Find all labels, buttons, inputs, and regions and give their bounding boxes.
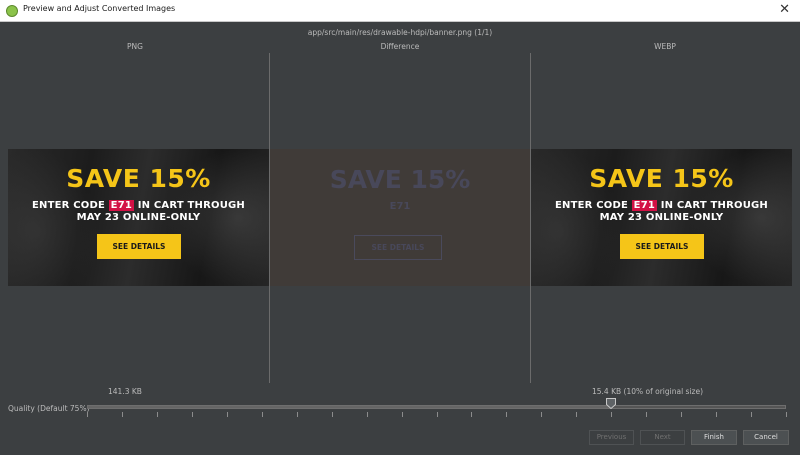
promo-code: E71 xyxy=(631,200,658,211)
window-title: Preview and Adjust Converted Images xyxy=(23,4,176,13)
slider-tick xyxy=(786,412,787,417)
dialog-body: app/src/main/res/drawable-hdpi/banner.pn… xyxy=(0,22,800,455)
slider-tick xyxy=(191,412,193,417)
difference-column-label: Difference xyxy=(380,42,420,51)
slider-tick xyxy=(751,412,753,417)
next-button[interactable]: Next xyxy=(640,430,685,445)
slider-tick xyxy=(87,412,88,417)
previous-button[interactable]: Previous xyxy=(589,430,634,445)
title-bar: Preview and Adjust Converted Images ✕ xyxy=(0,0,800,22)
png-size-label: 141.3 KB xyxy=(108,387,142,396)
banner-line-2: MAY 23 ONLINE-ONLY xyxy=(76,212,201,223)
banner-line-2: MAY 23 ONLINE-ONLY xyxy=(599,212,724,223)
banner-line-1: ENTER CODE E71 IN CART THROUGH xyxy=(554,200,769,211)
see-details-button-image: SEE DETAILS xyxy=(620,234,704,259)
slider-tick xyxy=(121,412,123,417)
promo-code: E71 xyxy=(108,200,135,211)
slider-tick xyxy=(366,412,368,417)
banner-headline: SAVE 15% xyxy=(589,164,734,193)
difference-code: E71 xyxy=(389,201,411,212)
png-preview-image: SAVE 15% ENTER CODE E71 IN CART THROUGH … xyxy=(8,149,269,286)
file-path: app/src/main/res/drawable-hdpi/banner.pn… xyxy=(307,28,493,37)
slider-tick xyxy=(226,412,228,417)
banner-line-1: ENTER CODE E71 IN CART THROUGH xyxy=(31,200,246,211)
slider-tick xyxy=(471,412,473,417)
banner-headline: SAVE 15% xyxy=(66,164,211,193)
difference-button-text: SEE DETAILS xyxy=(371,243,425,252)
slider-tick xyxy=(156,412,158,417)
webp-column-label: WEBP xyxy=(654,42,676,51)
webp-size-label: 15.4 KB (10% of original size) xyxy=(592,387,704,396)
quality-slider[interactable] xyxy=(87,405,786,409)
slider-tick xyxy=(541,412,543,417)
close-icon[interactable]: ✕ xyxy=(779,1,790,19)
quality-label: Quality (Default 75%) xyxy=(8,404,90,413)
difference-button-outline: SEE DETAILS xyxy=(354,235,442,260)
slider-tick xyxy=(716,412,718,417)
png-column-label: PNG xyxy=(127,42,143,51)
slider-tick xyxy=(296,412,298,417)
quality-slider-fill xyxy=(88,406,611,408)
slider-tick xyxy=(506,412,508,417)
slider-tick xyxy=(611,412,613,417)
see-details-button-image: SEE DETAILS xyxy=(97,234,181,259)
slider-tick xyxy=(331,412,333,417)
slider-tick xyxy=(681,412,683,417)
finish-button[interactable]: Finish xyxy=(691,430,737,445)
slider-tick xyxy=(576,412,578,417)
slider-tick xyxy=(436,412,438,417)
difference-preview-image: SAVE 15% E71 SEE DETAILS xyxy=(270,149,530,286)
cancel-button[interactable]: Cancel xyxy=(743,430,789,445)
slider-tick xyxy=(646,412,648,417)
slider-tick xyxy=(401,412,403,417)
slider-tick xyxy=(261,412,263,417)
android-studio-icon xyxy=(6,5,18,17)
difference-headline: SAVE 15% xyxy=(329,165,471,194)
webp-preview-image: SAVE 15% ENTER CODE E71 IN CART THROUGH … xyxy=(531,149,792,286)
quality-slider-thumb[interactable] xyxy=(606,398,617,409)
